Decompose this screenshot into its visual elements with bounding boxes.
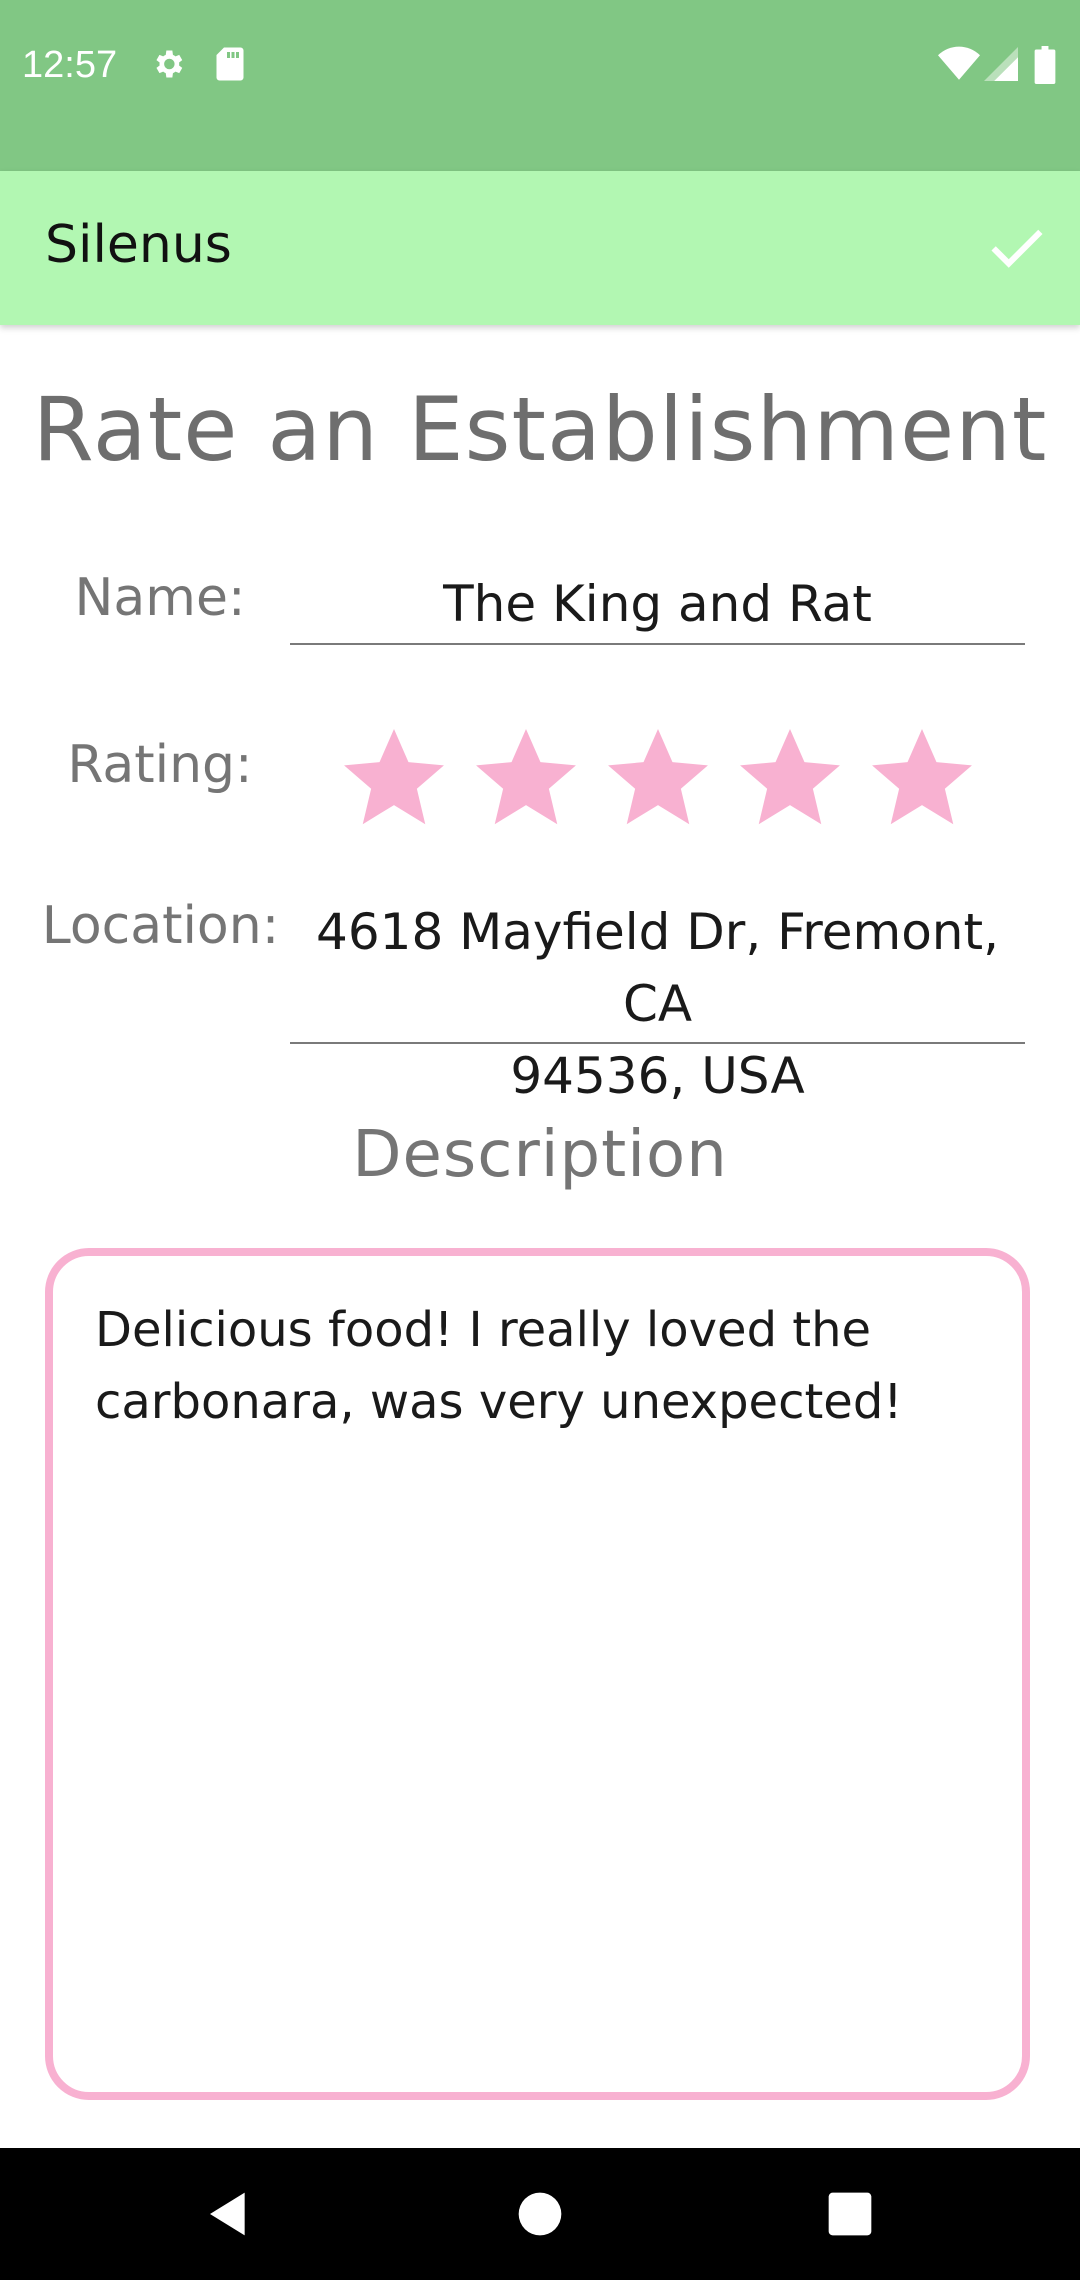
star-3-icon[interactable] [602, 722, 714, 834]
star-2-icon[interactable] [470, 722, 582, 834]
location-input[interactable]: 4618 Mayfield Dr, Fremont, CA 94536, USA [290, 896, 1025, 1112]
description-textarea[interactable]: Delicious food! I really loved the carbo… [45, 1248, 1030, 2100]
navigation-bar [0, 2148, 1080, 2280]
app-title: Silenus [45, 215, 232, 275]
star-1-icon[interactable] [338, 722, 450, 834]
name-input[interactable]: The King and Rat [290, 568, 1025, 640]
home-button[interactable] [508, 2182, 572, 2246]
app-bar: Silenus [0, 171, 1080, 325]
sd-card-icon [214, 46, 246, 86]
gear-icon [150, 46, 186, 86]
status-bar: 12:57 [0, 0, 1080, 171]
description-line-2: carbonara, was very unexpected! [95, 1374, 903, 1430]
star-5-icon[interactable] [866, 722, 978, 834]
name-underline [290, 643, 1025, 645]
page-title: Rate an Establishment [32, 378, 1048, 481]
location-label: Location: [41, 896, 280, 956]
back-icon [210, 2192, 245, 2236]
description-text: Delicious food! I really loved the carbo… [95, 1294, 975, 1438]
check-icon [991, 229, 1043, 268]
status-time: 12:57 [22, 44, 118, 86]
name-label: Name: [74, 568, 246, 628]
rating-label: Rating: [67, 735, 253, 795]
description-heading: Description [352, 1118, 728, 1192]
recents-icon [828, 2192, 872, 2236]
cellular-signal-icon [984, 46, 1018, 86]
star-4-icon[interactable] [734, 722, 846, 834]
description-line-1: Delicious food! I really loved the [95, 1302, 872, 1358]
location-line-2: 94536, USA [510, 1047, 805, 1105]
location-line-1: 4618 Mayfield Dr, Fremont, CA [316, 903, 999, 1033]
battery-icon [1034, 46, 1056, 88]
save-button[interactable] [984, 214, 1050, 280]
location-underline [290, 1042, 1025, 1044]
back-button[interactable] [194, 2182, 258, 2246]
home-icon [518, 2192, 562, 2236]
recents-button[interactable] [818, 2182, 882, 2246]
wifi-icon [938, 46, 980, 86]
